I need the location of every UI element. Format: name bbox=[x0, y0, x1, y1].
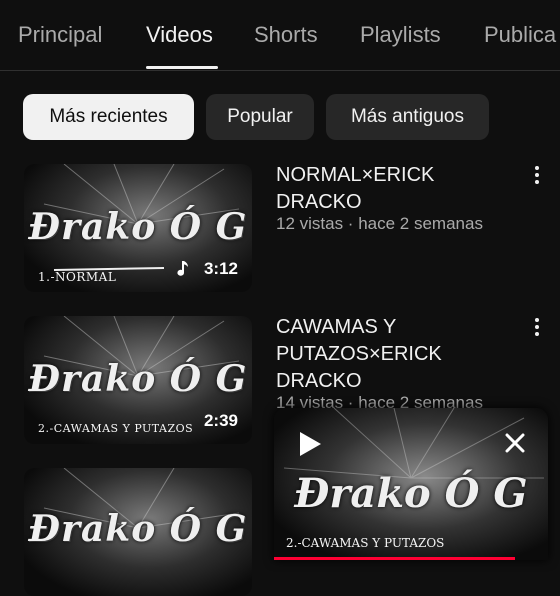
video-title-line: DRACKO bbox=[276, 191, 362, 213]
video-thumbnail[interactable]: Ðrako Ó G 1.-NORMAL 3:12 bbox=[24, 164, 252, 292]
video-duration: 3:12 bbox=[203, 259, 238, 278]
tab-publicaciones[interactable]: Publica bbox=[484, 22, 556, 48]
play-icon[interactable] bbox=[296, 430, 324, 458]
channel-tabs: Principal Videos Shorts Playlists Public… bbox=[0, 0, 560, 71]
video-thumbnail[interactable]: Ðrako Ó G bbox=[24, 468, 252, 596]
tab-shorts[interactable]: Shorts bbox=[254, 22, 318, 48]
tab-videos[interactable]: Videos bbox=[146, 22, 213, 48]
miniplayer-caption: 2.-CAWAMAS Y PUTAZOS bbox=[286, 536, 445, 550]
music-note-icon bbox=[177, 261, 188, 276]
video-title-line: NORMAL×ERICK bbox=[276, 164, 435, 186]
tab-playlists[interactable]: Playlists bbox=[360, 22, 441, 48]
filter-chip-oldest[interactable]: Más antiguos bbox=[326, 94, 489, 140]
miniplayer[interactable]: Ðrako Ó G 2.-CAWAMAS Y PUTAZOS bbox=[274, 408, 548, 560]
active-tab-indicator bbox=[146, 66, 218, 69]
filter-chip-recent[interactable]: Más recientes bbox=[23, 94, 194, 140]
more-options-icon[interactable] bbox=[530, 166, 544, 188]
video-duration: 2:39 bbox=[203, 411, 238, 430]
filter-chip-popular[interactable]: Popular bbox=[206, 94, 314, 140]
video-meta: 12 vistas · hace 2 semanas bbox=[276, 214, 483, 233]
thumbnail-logo: Ðrako Ó G bbox=[28, 206, 248, 248]
close-icon[interactable] bbox=[504, 432, 526, 454]
video-title-line: DRACKO bbox=[276, 370, 362, 392]
video-title-line: PUTAZOS×ERICK bbox=[276, 343, 442, 365]
thumbnail-logo: Ðrako Ó G bbox=[28, 358, 248, 400]
video-thumbnail[interactable]: Ðrako Ó G 2.-CAWAMAS Y PUTAZOS 2:39 bbox=[24, 316, 252, 444]
thumbnail-caption: 1.-NORMAL bbox=[38, 270, 117, 284]
thumbnail-caption: 2.-CAWAMAS Y PUTAZOS bbox=[38, 422, 194, 435]
tab-principal[interactable]: Principal bbox=[18, 22, 102, 48]
video-title-line: CAWAMAS Y bbox=[276, 316, 397, 338]
video-title[interactable]: CAWAMAS Y PUTAZOS×ERICK DRACKO bbox=[276, 314, 516, 395]
more-options-icon[interactable] bbox=[530, 318, 544, 340]
miniplayer-logo: Ðrako Ó G bbox=[294, 470, 528, 517]
thumbnail-logo: Ðrako Ó G bbox=[28, 508, 248, 550]
video-title[interactable]: NORMAL×ERICK DRACKO bbox=[276, 162, 516, 216]
